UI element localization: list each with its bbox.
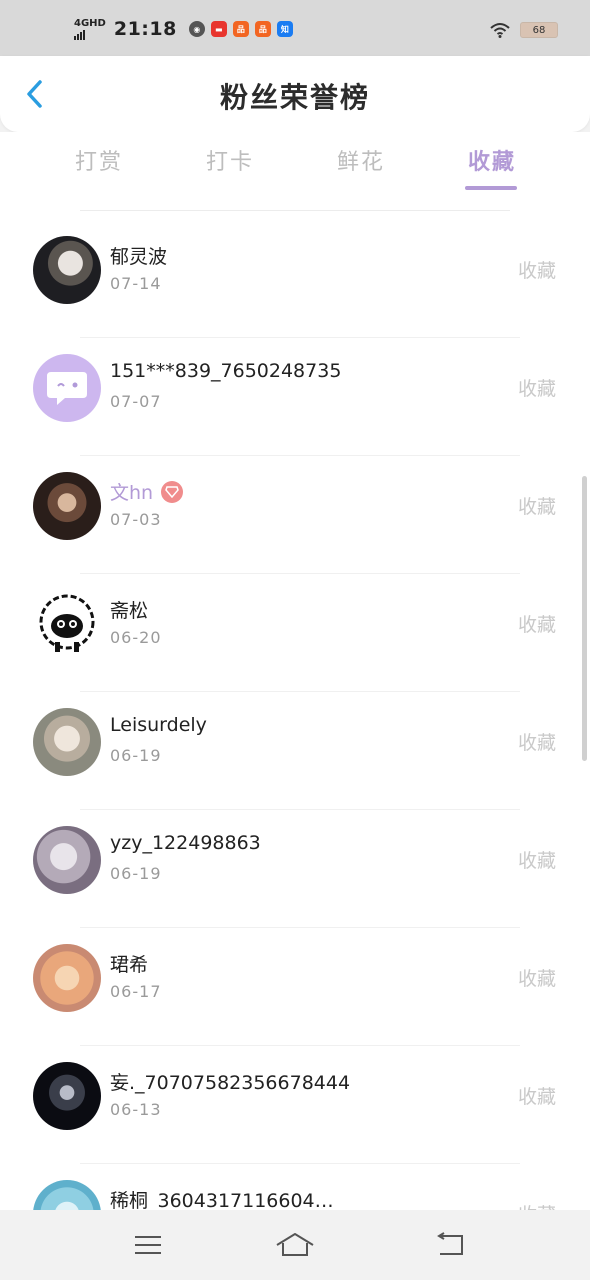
favorite-action: 收藏 <box>518 1200 556 1210</box>
avatar[interactable] <box>33 708 101 776</box>
wifi-icon <box>490 23 510 38</box>
favorite-action: 收藏 <box>517 378 556 400</box>
favorite-action: 收藏 <box>517 496 556 518</box>
list-item[interactable]: 151***839_7650248735 07-07 收藏 <box>0 338 590 456</box>
avatar[interactable] <box>33 1180 101 1210</box>
network-indicator: 4GHD <box>74 17 106 40</box>
home-icon <box>276 1233 314 1256</box>
avatar[interactable] <box>33 590 101 658</box>
user-name-wrap: 稀桐_3604317116604… <box>110 1186 334 1210</box>
date-label: 06-13 <box>110 1100 162 1119</box>
user-name: 151***839_7650248735 <box>110 360 342 382</box>
menu-icon <box>135 1236 161 1254</box>
scrollbar[interactable] <box>582 476 587 761</box>
battery-level: 68 <box>532 24 546 36</box>
favorite-action: 收藏 <box>517 732 556 754</box>
tab-favorites[interactable]: 收藏 <box>468 144 516 176</box>
list-item[interactable]: Leisurdely 06-19 收藏 <box>0 692 590 810</box>
avatar[interactable] <box>33 236 101 304</box>
tab-reward[interactable]: 打赏 <box>75 144 123 176</box>
user-name: 妄._70707582356678444 <box>110 1072 351 1094</box>
fan-list: 郁灵波 07-14 收藏 151***839_7650248735 07-07 … <box>0 220 590 1210</box>
avatar[interactable] <box>33 1062 101 1130</box>
date-label: 06-20 <box>110 628 162 647</box>
user-name: yzy_122498863 <box>110 832 261 854</box>
tab-checkin[interactable]: 打卡 <box>206 144 254 176</box>
user-name-wrap: 151***839_7650248735 <box>110 360 341 382</box>
date-label: 06-19 <box>110 746 162 765</box>
user-name-wrap: 妄._70707582356678444 <box>110 1068 350 1095</box>
status-bar: 4GHD 21:18 ◉ ▬ 品 品 知 68 <box>0 0 590 60</box>
user-name: Leisurdely <box>110 714 207 736</box>
tab-bar: 打赏 打卡 鲜花 收藏 <box>0 132 590 192</box>
chat-bubble-icon <box>47 372 87 405</box>
user-name: 郁灵波 <box>110 246 168 268</box>
favorite-action: 收藏 <box>517 260 556 282</box>
list-item[interactable]: 文hn 07-03 收藏 <box>0 456 590 574</box>
main-content: 打赏 打卡 鲜花 收藏 郁灵波 07-14 收藏 151***839_76502… <box>0 132 590 1210</box>
list-item[interactable]: 郁灵波 07-14 收藏 <box>0 220 590 338</box>
user-name-wrap: Leisurdely <box>110 714 207 736</box>
list-item[interactable]: yzy_122498863 06-19 收藏 <box>0 810 590 928</box>
avatar[interactable] <box>33 354 101 422</box>
avatar[interactable] <box>33 944 101 1012</box>
network-label: 4GHD <box>74 17 106 29</box>
user-name-wrap: yzy_122498863 <box>110 832 261 854</box>
sheep-icon <box>39 594 95 652</box>
date-label: 06-17 <box>110 982 162 1001</box>
diamond-icon <box>161 480 184 503</box>
user-name-wrap: 斋松 <box>110 596 148 623</box>
list-item[interactable]: 稀桐_3604317116604… 收藏 <box>0 1164 590 1210</box>
favorite-action: 收藏 <box>517 850 556 872</box>
favorite-action: 收藏 <box>517 614 556 636</box>
avatar[interactable] <box>33 472 101 540</box>
date-label: 07-14 <box>110 274 162 293</box>
favorite-action: 收藏 <box>517 1086 556 1108</box>
date-label: 06-19 <box>110 864 162 883</box>
menu-button[interactable] <box>128 1230 168 1260</box>
zhihu-icon: 知 <box>276 21 293 37</box>
list-item[interactable]: 妄._70707582356678444 06-13 收藏 <box>0 1046 590 1164</box>
divider <box>80 210 510 211</box>
avatar[interactable] <box>33 826 101 894</box>
status-time: 21:18 <box>113 18 177 40</box>
taobao-icon: 品 <box>254 21 271 37</box>
home-button[interactable] <box>275 1230 315 1260</box>
user-name-wrap: 郁灵波 <box>110 242 167 269</box>
user-name: 文hn <box>110 482 154 504</box>
qq-icon: ◉ <box>188 21 205 37</box>
back-nav-button[interactable] <box>430 1230 470 1260</box>
battery-icon: 68 <box>520 22 558 38</box>
system-nav-bar <box>0 1210 590 1280</box>
user-name-wrap: 珺希 <box>110 950 148 977</box>
user-name: 斋松 <box>110 600 149 622</box>
list-item[interactable]: 珺希 06-17 收藏 <box>0 928 590 1046</box>
tab-flowers[interactable]: 鲜花 <box>337 144 385 176</box>
page-title: 粉丝荣誉榜 <box>219 81 370 114</box>
status-left: 4GHD 21:18 ◉ ▬ 品 品 知 <box>74 18 293 40</box>
taobao-icon: 品 <box>232 21 249 37</box>
date-label: 07-03 <box>110 510 162 529</box>
signal-icon <box>74 29 85 40</box>
user-name: 珺希 <box>110 954 149 976</box>
status-right: 68 <box>490 22 558 38</box>
list-item[interactable]: 斋松 06-20 收藏 <box>0 574 590 692</box>
active-tab-indicator <box>465 186 517 190</box>
back-icon <box>437 1232 463 1255</box>
toutiao-icon: ▬ <box>210 21 227 37</box>
date-label: 07-07 <box>110 392 162 411</box>
favorite-action: 收藏 <box>517 968 556 990</box>
header: 粉丝荣誉榜 <box>0 56 590 132</box>
user-name-wrap: 文hn <box>110 478 184 505</box>
user-name: 稀桐_3604317116604… <box>110 1190 334 1210</box>
